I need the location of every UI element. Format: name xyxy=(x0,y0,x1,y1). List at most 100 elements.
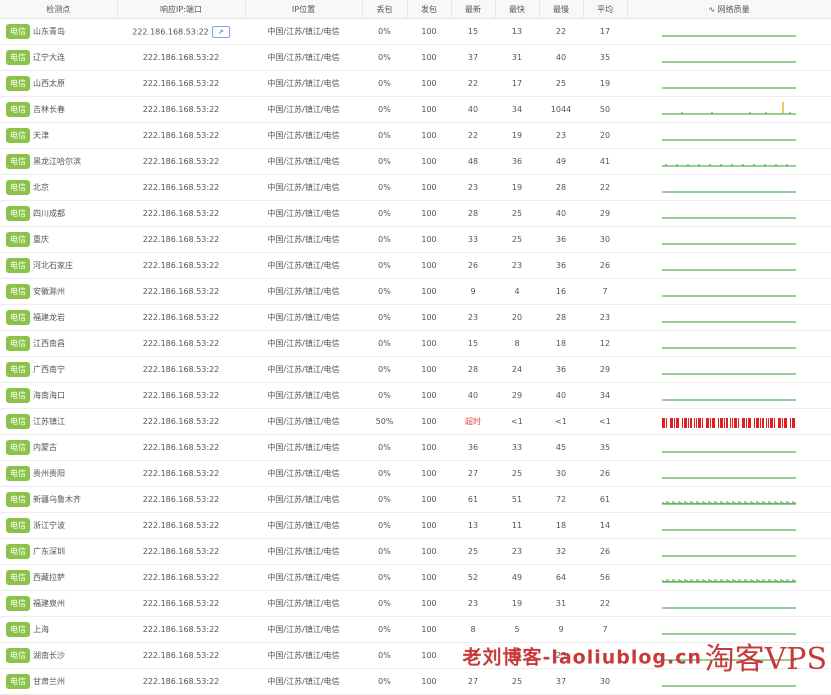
table-row[interactable]: 电信 广东深圳 222.186.168.53:22 中国/江苏/镇江/电信 0% 100 2… xyxy=(0,538,831,565)
table-row[interactable]: 电信 吉林长春 222.186.168.53:22 中国/江苏/镇江/电信 0% 100 4… xyxy=(0,96,831,123)
slowest-value: 32 xyxy=(555,547,567,556)
isp-badge: 电信 xyxy=(6,128,30,143)
cell-geo: 中国/江苏/镇江/电信 xyxy=(245,538,362,565)
cell-geo: 中国/江苏/镇江/电信 xyxy=(245,70,362,97)
cell-geo: 中国/江苏/镇江/电信 xyxy=(245,18,362,45)
table-row[interactable]: 电信 重庆 222.186.168.53:22 中国/江苏/镇江/电信 0% 100 33 2… xyxy=(0,226,831,253)
avg-value: 41 xyxy=(599,157,611,166)
table-row[interactable]: 电信 四川成都 222.186.168.53:22 中国/江苏/镇江/电信 0% 100 2… xyxy=(0,200,831,227)
table-row[interactable]: 电信 新疆乌鲁木齐 222.186.168.53:22 中国/江苏/镇江/电信 0% 10… xyxy=(0,486,831,513)
isp-badge: 电信 xyxy=(6,76,30,91)
col-header-geo[interactable]: IP位置 xyxy=(245,0,363,19)
watermark-brand: 淘客VPS xyxy=(704,642,827,677)
cell-quality xyxy=(627,538,831,565)
ip-value: 222.186.168.53:22 xyxy=(142,521,220,530)
geo-value: 中国/江苏/镇江/电信 xyxy=(267,651,340,660)
city-name: 江苏镇江 xyxy=(33,417,65,426)
geo-value: 中国/江苏/镇江/电信 xyxy=(267,417,340,426)
ip-value: 222.186.168.53:22 xyxy=(142,53,220,62)
table-row[interactable]: 电信 辽宁大连 222.186.168.53:22 中国/江苏/镇江/电信 0% 100 3… xyxy=(0,44,831,71)
table-row[interactable]: 电信 福建龙岩 222.186.168.53:22 中国/江苏/镇江/电信 0% 100 2… xyxy=(0,304,831,331)
geo-value: 中国/江苏/镇江/电信 xyxy=(267,573,340,582)
table-row[interactable]: 电信 山西太原 222.186.168.53:22 中国/江苏/镇江/电信 0% 100 2… xyxy=(0,70,831,97)
cell-ip: 222.186.168.53:22 xyxy=(117,616,245,643)
table-row[interactable]: 电信 安徽滁州 222.186.168.53:22 中国/江苏/镇江/电信 0% 100 9… xyxy=(0,278,831,305)
cell-ip: 222.186.168.53:22 xyxy=(117,642,245,669)
avg-value: <1 xyxy=(599,417,611,426)
cell-quality xyxy=(627,96,831,123)
cell-quality xyxy=(627,590,831,617)
avg-value: 35 xyxy=(599,53,611,62)
cell-ip: 222.186.168.53:22 xyxy=(117,278,245,305)
cell-loss: 0% xyxy=(362,44,407,71)
cell-ip: 222.186.168.53:22 ⇗ xyxy=(117,18,245,45)
table-row[interactable]: 电信 内蒙古 222.186.168.53:22 中国/江苏/镇江/电信 0% 100 36… xyxy=(0,434,831,461)
slowest-value: 40 xyxy=(555,209,567,218)
col-header-latest[interactable]: 最新 xyxy=(451,0,496,19)
table-row[interactable]: 电信 北京 222.186.168.53:22 中国/江苏/镇江/电信 0% 100 23 1… xyxy=(0,174,831,201)
cell-location: 电信 河北石家庄 xyxy=(0,252,117,279)
loss-value: 50% xyxy=(375,417,394,426)
sent-value: 100 xyxy=(421,183,437,192)
col-header-ip[interactable]: 响应IP:端口 xyxy=(117,0,246,19)
col-header-loc[interactable]: 检测点 xyxy=(0,0,118,19)
isp-badge: 电信 xyxy=(6,310,30,325)
table-row[interactable]: 电信 福建泉州 222.186.168.53:22 中国/江苏/镇江/电信 0% 100 2… xyxy=(0,590,831,617)
cell-ip: 222.186.168.53:22 xyxy=(117,564,245,591)
sent-value: 100 xyxy=(421,599,437,608)
table-row[interactable]: 电信 广西南宁 222.186.168.53:22 中国/江苏/镇江/电信 0% 100 2… xyxy=(0,356,831,383)
sent-value: 100 xyxy=(421,547,437,556)
slowest-value: <1 xyxy=(555,417,567,426)
table-row[interactable]: 电信 河北石家庄 222.186.168.53:22 中国/江苏/镇江/电信 0% 100… xyxy=(0,252,831,279)
cell-slowest: 28 xyxy=(539,304,583,331)
ping-results-table: 检测点 响应IP:端口 IP位置 丢包 发包 最新 最快 最慢 平均 ∿ 网络质… xyxy=(0,0,831,695)
cell-geo: 中国/江苏/镇江/电信 xyxy=(245,408,362,435)
table-row[interactable]: 电信 黑龙江哈尔滨 222.186.168.53:22 中国/江苏/镇江/电信 0% 10… xyxy=(0,148,831,175)
cell-slowest: 31 xyxy=(539,590,583,617)
col-header-quality[interactable]: ∿ 网络质量 xyxy=(627,0,831,19)
fastest-value: 20 xyxy=(511,313,523,322)
city-name: 山东青岛 xyxy=(33,27,65,36)
table-row[interactable]: 电信 江西南昌 222.186.168.53:22 中国/江苏/镇江/电信 0% 100 1… xyxy=(0,330,831,357)
isp-badge: 电信 xyxy=(6,258,30,273)
table-row[interactable]: 电信 贵州贵阳 222.186.168.53:22 中国/江苏/镇江/电信 0% 100 2… xyxy=(0,460,831,487)
latest-value: 超时 xyxy=(465,417,481,426)
col-header-fastest[interactable]: 最快 xyxy=(495,0,540,19)
cell-ip: 222.186.168.53:22 xyxy=(117,200,245,227)
fastest-value: 34 xyxy=(511,105,523,114)
cell-latest: 28 xyxy=(451,356,495,383)
cell-geo: 中国/江苏/镇江/电信 xyxy=(245,564,362,591)
table-row[interactable]: 电信 浙江宁波 222.186.168.53:22 中国/江苏/镇江/电信 0% 100 1… xyxy=(0,512,831,539)
cell-fastest: 33 xyxy=(495,434,539,461)
table-row[interactable]: 电信 江苏镇江 222.186.168.53:22 中国/江苏/镇江/电信 50% 100… xyxy=(0,408,831,435)
table-row[interactable]: 电信 天津 222.186.168.53:22 中国/江苏/镇江/电信 0% 100 22 1… xyxy=(0,122,831,149)
isp-badge: 电信 xyxy=(6,102,30,117)
col-header-sent[interactable]: 发包 xyxy=(407,0,452,19)
isp-badge: 电信 xyxy=(6,336,30,351)
geo-value: 中国/江苏/镇江/电信 xyxy=(267,209,340,218)
table-row[interactable]: 电信 山东青岛 222.186.168.53:22 ⇗ 中国/江苏/镇江/电信 0% 100… xyxy=(0,18,831,45)
quality-sparkline xyxy=(662,555,796,556)
col-header-slowest[interactable]: 最慢 xyxy=(539,0,584,19)
pin-icon[interactable]: ⇗ xyxy=(211,25,230,38)
city-name: 江西南昌 xyxy=(33,339,65,348)
cell-sent: 100 xyxy=(407,486,451,513)
latest-value: 27 xyxy=(467,677,479,686)
quality-sparkline xyxy=(662,529,796,530)
table-row[interactable]: 电信 海南海口 222.186.168.53:22 中国/江苏/镇江/电信 0% 100 4… xyxy=(0,382,831,409)
fastest-value: 19 xyxy=(511,599,523,608)
slowest-value: 23 xyxy=(555,131,567,140)
latest-value: 27 xyxy=(467,469,479,478)
avg-value: 26 xyxy=(599,469,611,478)
col-header-avg[interactable]: 平均 xyxy=(583,0,628,19)
loss-value: 0% xyxy=(378,391,391,400)
cell-location: 电信 安徽滁州 xyxy=(0,278,117,305)
sent-value: 100 xyxy=(421,27,437,36)
isp-badge: 电信 xyxy=(6,24,30,39)
col-header-loss[interactable]: 丢包 xyxy=(362,0,408,19)
sent-value: 100 xyxy=(421,521,437,530)
isp-badge: 电信 xyxy=(6,622,30,637)
table-row[interactable]: 电信 西藏拉萨 222.186.168.53:22 中国/江苏/镇江/电信 0% 100 5… xyxy=(0,564,831,591)
cell-avg: 22 xyxy=(583,174,627,201)
cell-ip: 222.186.168.53:22 xyxy=(117,590,245,617)
